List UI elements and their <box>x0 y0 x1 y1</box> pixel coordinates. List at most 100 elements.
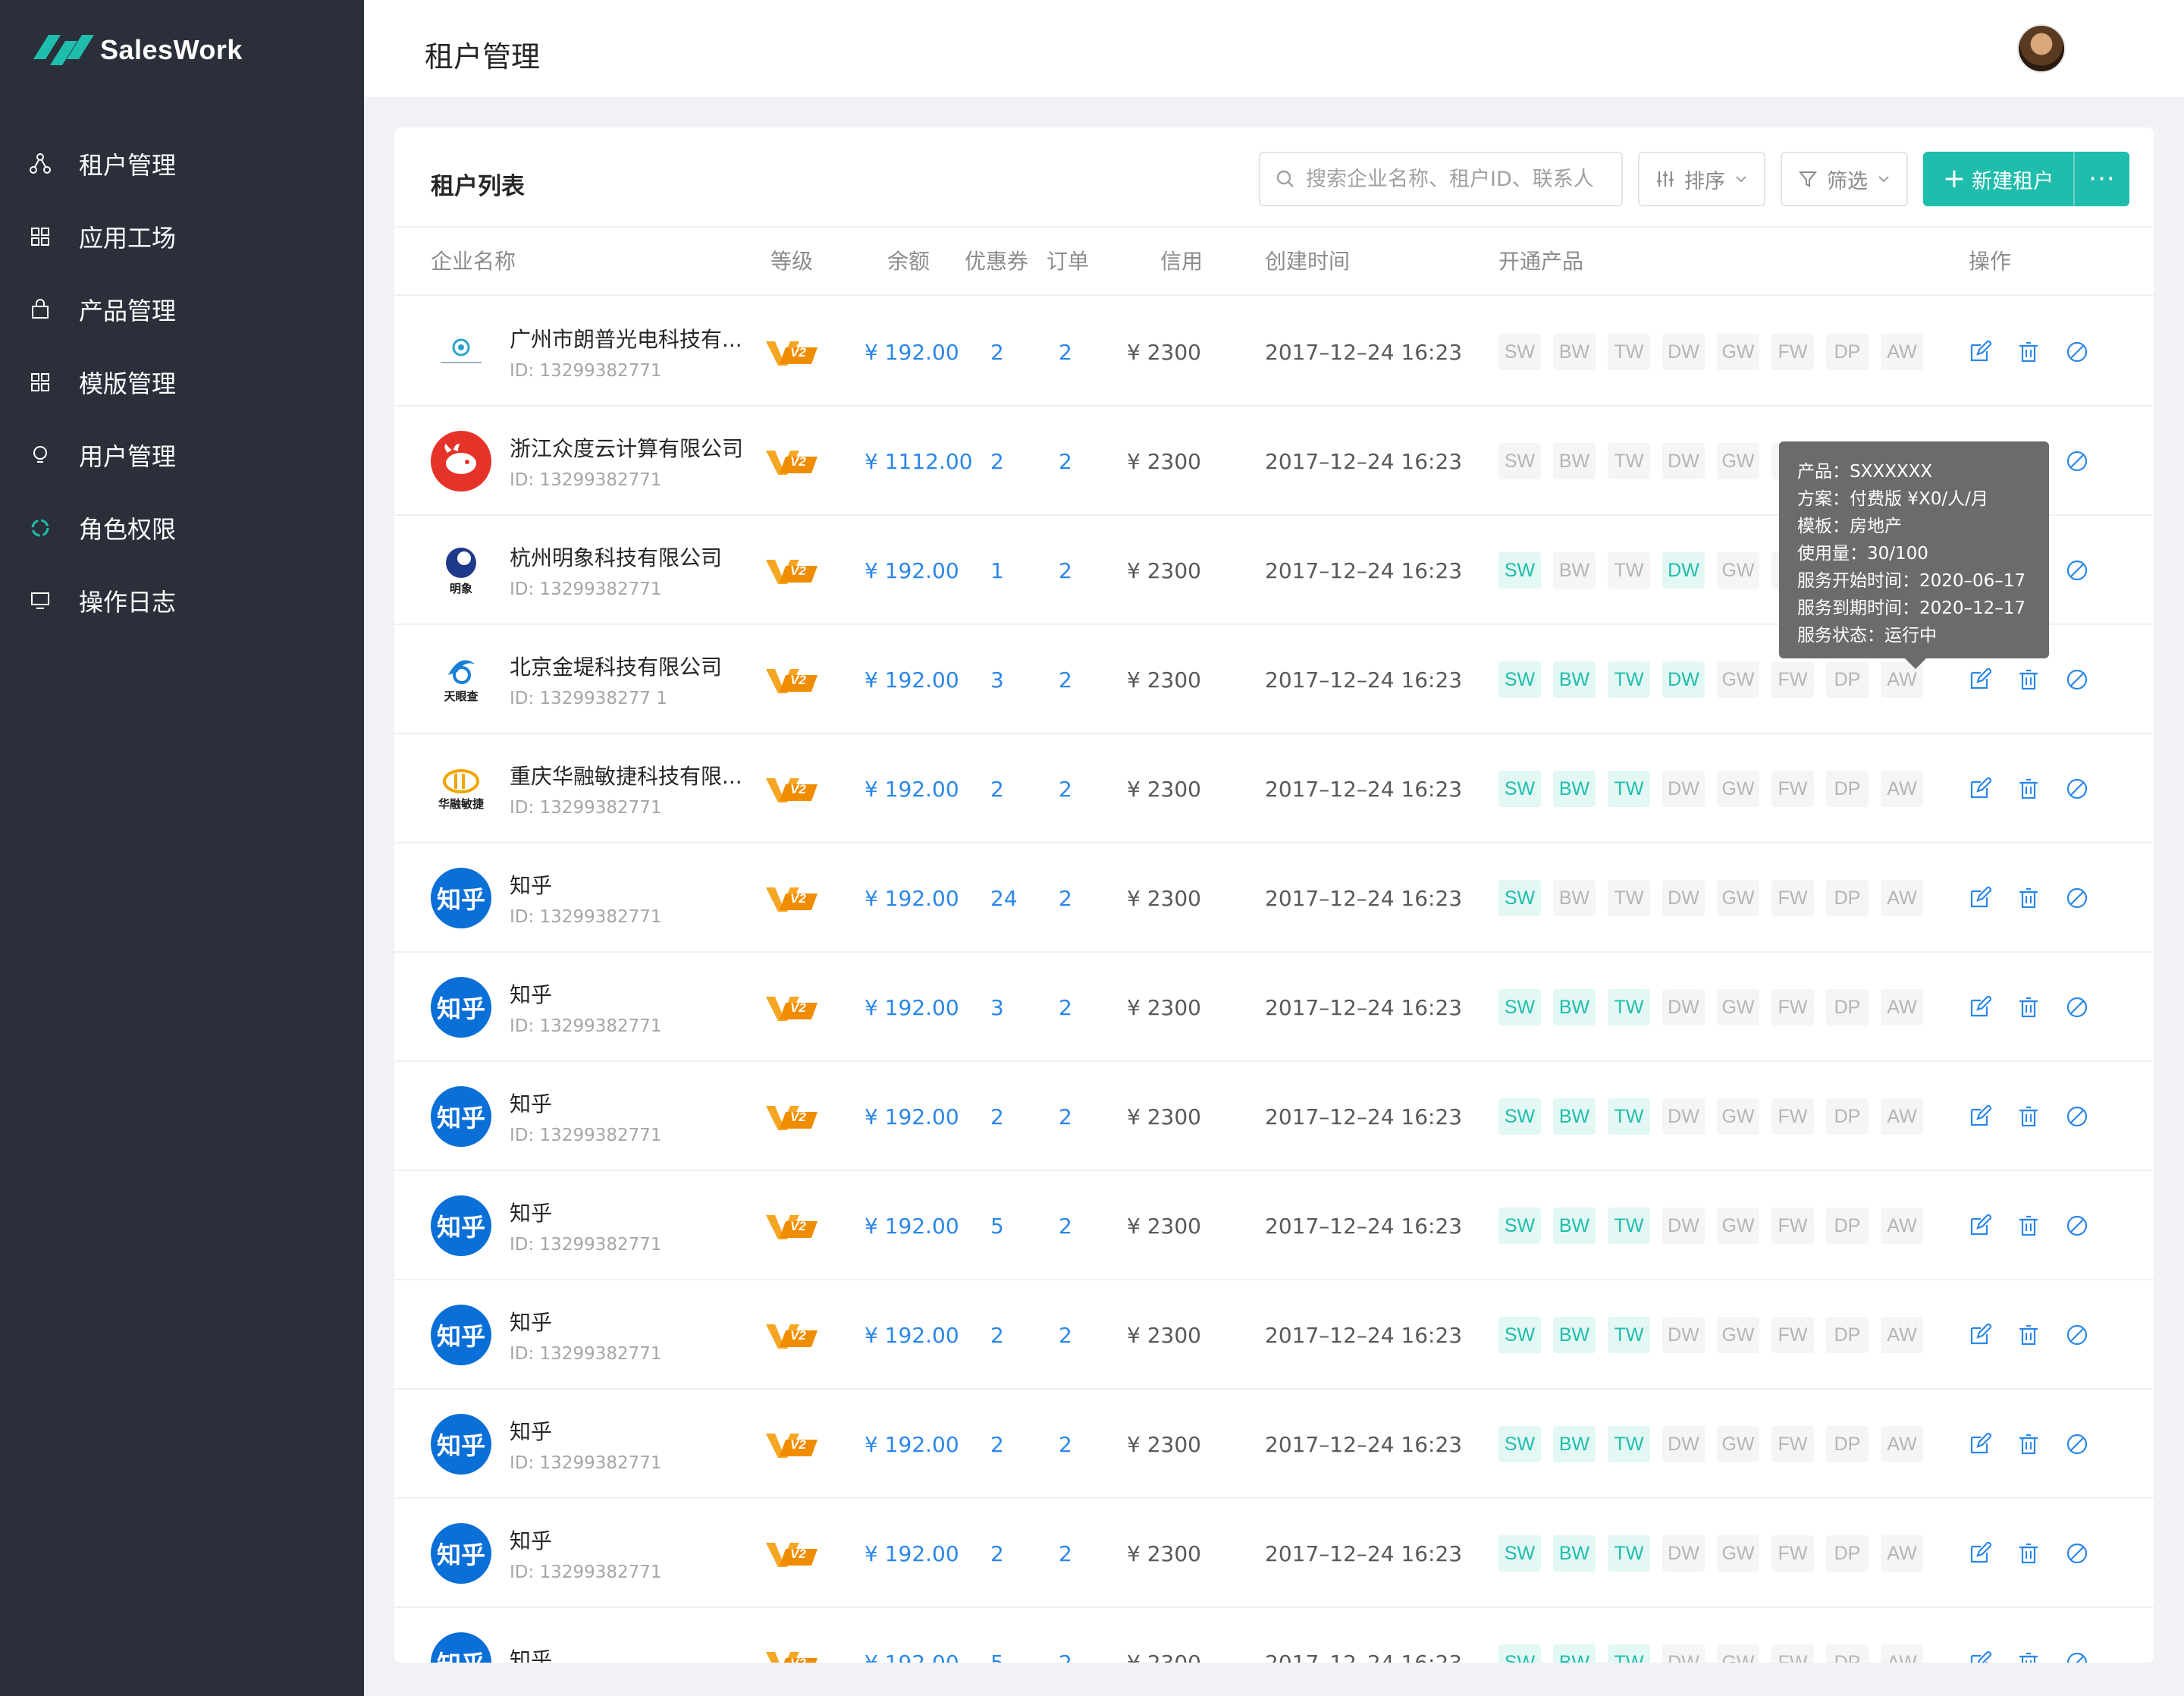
avatar[interactable] <box>2017 24 2066 73</box>
trash-icon[interactable] <box>2017 1651 2040 1663</box>
company-name[interactable]: 知乎 <box>510 1197 662 1227</box>
product-tag-fw[interactable]: FW <box>1771 880 1814 916</box>
product-tag-sw[interactable]: SW <box>1498 1317 1541 1353</box>
coupon-count[interactable]: 2 <box>990 1280 1004 1390</box>
product-tag-sw[interactable]: SW <box>1498 1644 1541 1663</box>
product-tag-tw[interactable]: TW <box>1608 989 1650 1025</box>
product-tag-tw[interactable]: TW <box>1608 1208 1650 1244</box>
product-tag-tw[interactable]: TW <box>1608 1317 1650 1353</box>
product-tag-bw[interactable]: BW <box>1553 1098 1596 1135</box>
product-tag-gw[interactable]: GW <box>1717 1644 1759 1663</box>
product-tag-bw[interactable]: BW <box>1553 1208 1596 1244</box>
product-tag-sw[interactable]: SW <box>1498 771 1541 807</box>
coupon-count[interactable]: 5 <box>990 1608 1004 1663</box>
company-name[interactable]: 知乎 <box>510 1415 662 1446</box>
trash-icon[interactable] <box>2017 887 2040 909</box>
product-tag-gw[interactable]: GW <box>1717 334 1759 370</box>
product-tag-bw[interactable]: BW <box>1553 771 1596 807</box>
product-tag-sw[interactable]: SW <box>1498 443 1541 479</box>
coupon-count[interactable]: 1 <box>990 516 1004 625</box>
product-tag-dp[interactable]: DP <box>1826 989 1869 1025</box>
order-count[interactable]: 2 <box>1059 953 1072 1062</box>
product-tag-aw[interactable]: AW <box>1881 880 1923 916</box>
edit-icon[interactable] <box>1969 777 1991 800</box>
balance-value[interactable]: ¥ 192.00 <box>864 1499 959 1608</box>
order-count[interactable]: 2 <box>1059 297 1072 407</box>
order-count[interactable]: 2 <box>1059 1280 1072 1390</box>
product-tag-dp[interactable]: DP <box>1826 1426 1869 1462</box>
trash-icon[interactable] <box>2017 1105 2040 1128</box>
product-tag-tw[interactable]: TW <box>1608 552 1650 589</box>
product-tag-bw[interactable]: BW <box>1553 1426 1596 1462</box>
order-count[interactable]: 2 <box>1059 1062 1072 1171</box>
product-tag-bw[interactable]: BW <box>1553 661 1596 698</box>
product-tag-dp[interactable]: DP <box>1826 661 1869 698</box>
sidebar-item-7[interactable]: 操作日志 <box>0 564 364 637</box>
product-tag-bw[interactable]: BW <box>1553 334 1596 370</box>
balance-value[interactable]: ¥ 192.00 <box>864 625 959 734</box>
product-tag-bw[interactable]: BW <box>1553 552 1596 589</box>
product-tag-gw[interactable]: GW <box>1717 1317 1759 1353</box>
company-name[interactable]: 北京金堤科技有限公司 <box>510 651 722 681</box>
edit-icon[interactable] <box>1969 1324 1991 1346</box>
product-tag-fw[interactable]: FW <box>1771 1426 1814 1462</box>
order-count[interactable]: 2 <box>1059 1171 1072 1280</box>
product-tag-tw[interactable]: TW <box>1608 1098 1650 1135</box>
edit-icon[interactable] <box>1969 668 1991 691</box>
disable-icon[interactable] <box>2066 450 2088 473</box>
coupon-count[interactable]: 2 <box>990 297 1004 407</box>
order-count[interactable]: 2 <box>1059 407 1072 516</box>
company-name[interactable]: 知乎 <box>510 869 662 900</box>
disable-icon[interactable] <box>2066 559 2088 582</box>
disable-icon[interactable] <box>2066 341 2088 363</box>
product-tag-aw[interactable]: AW <box>1881 989 1923 1025</box>
sidebar-item-5[interactable]: 用户管理 <box>0 419 364 492</box>
product-tag-fw[interactable]: FW <box>1771 989 1814 1025</box>
product-tag-gw[interactable]: GW <box>1717 989 1759 1025</box>
product-tag-sw[interactable]: SW <box>1498 1098 1541 1135</box>
company-name[interactable]: 知乎 <box>510 1644 552 1663</box>
product-tag-tw[interactable]: TW <box>1608 1644 1650 1663</box>
product-tag-dp[interactable]: DP <box>1826 334 1869 370</box>
product-tag-dp[interactable]: DP <box>1826 1535 1869 1572</box>
product-tag-sw[interactable]: SW <box>1498 1535 1541 1572</box>
product-tag-sw[interactable]: SW <box>1498 661 1541 698</box>
product-tag-gw[interactable]: GW <box>1717 661 1759 698</box>
product-tag-gw[interactable]: GW <box>1717 1098 1759 1135</box>
product-tag-tw[interactable]: TW <box>1608 771 1650 807</box>
sidebar-item-3[interactable]: 产品管理 <box>0 273 364 346</box>
edit-icon[interactable] <box>1969 1214 1991 1237</box>
trash-icon[interactable] <box>2017 996 2040 1019</box>
product-tag-gw[interactable]: GW <box>1717 771 1759 807</box>
product-tag-fw[interactable]: FW <box>1771 661 1814 698</box>
product-tag-dp[interactable]: DP <box>1826 1208 1869 1244</box>
product-tag-dp[interactable]: DP <box>1826 1098 1869 1135</box>
company-name[interactable]: 杭州明象科技有限公司 <box>510 542 722 572</box>
disable-icon[interactable] <box>2066 1105 2088 1128</box>
coupon-count[interactable]: 2 <box>990 407 1004 516</box>
order-count[interactable]: 2 <box>1059 1499 1072 1608</box>
edit-icon[interactable] <box>1969 1542 1991 1565</box>
balance-value[interactable]: ¥ 192.00 <box>864 1390 959 1499</box>
product-tag-dw[interactable]: DW <box>1662 1317 1705 1353</box>
product-tag-dw[interactable]: DW <box>1662 880 1705 916</box>
edit-icon[interactable] <box>1969 1433 1991 1456</box>
company-name[interactable]: 知乎 <box>510 978 662 1009</box>
coupon-count[interactable]: 3 <box>990 953 1004 1062</box>
order-count[interactable]: 2 <box>1059 516 1072 625</box>
product-tag-fw[interactable]: FW <box>1771 1098 1814 1135</box>
product-tag-aw[interactable]: AW <box>1881 771 1923 807</box>
balance-value[interactable]: ¥ 192.00 <box>864 1171 959 1280</box>
trash-icon[interactable] <box>2017 777 2040 800</box>
product-tag-sw[interactable]: SW <box>1498 334 1541 370</box>
edit-icon[interactable] <box>1969 996 1991 1019</box>
balance-value[interactable]: ¥ 192.00 <box>864 1062 959 1171</box>
edit-icon[interactable] <box>1969 341 1991 363</box>
product-tag-dp[interactable]: DP <box>1826 1644 1869 1663</box>
product-tag-dw[interactable]: DW <box>1662 989 1705 1025</box>
sidebar-item-4[interactable]: 模版管理 <box>0 346 364 419</box>
product-tag-dp[interactable]: DP <box>1826 771 1869 807</box>
product-tag-dw[interactable]: DW <box>1662 552 1705 589</box>
product-tag-dw[interactable]: DW <box>1662 1535 1705 1572</box>
order-count[interactable]: 2 <box>1059 625 1072 734</box>
